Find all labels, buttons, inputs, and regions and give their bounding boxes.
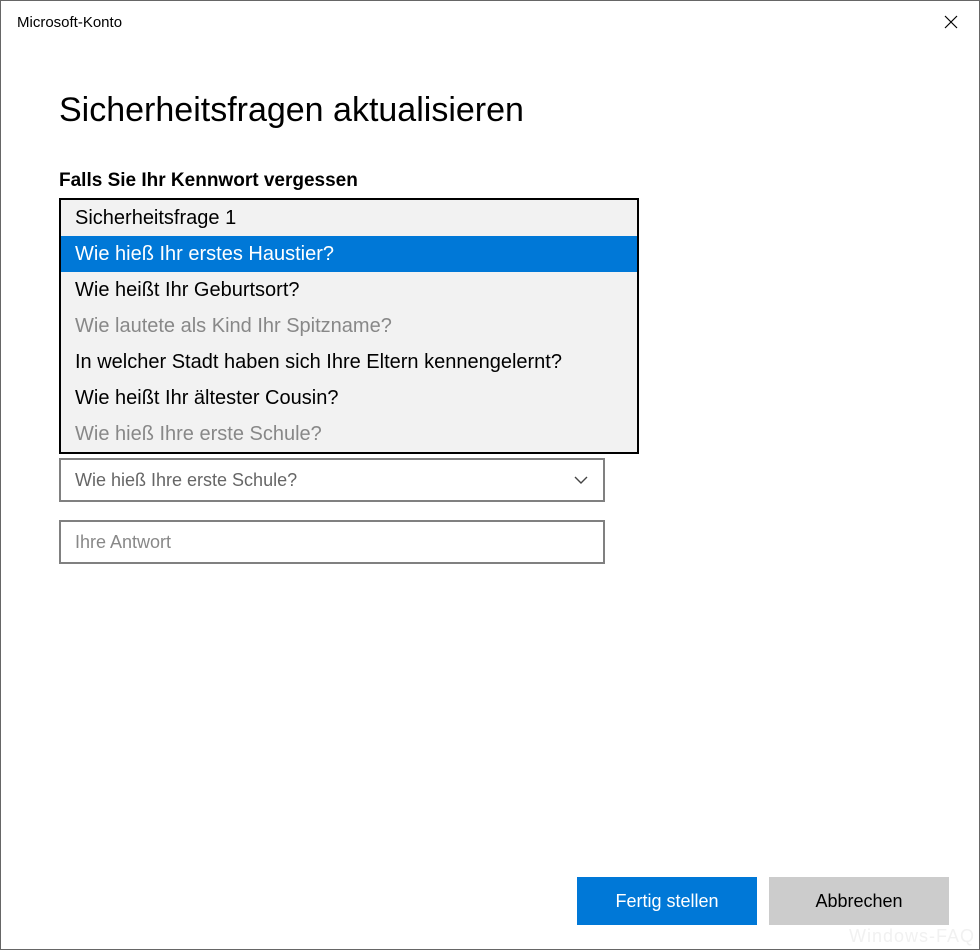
answer-3-input[interactable]: Ihre Antwort — [59, 520, 605, 564]
dropdown-option[interactable]: Wie hieß Ihre erste Schule? — [61, 416, 637, 452]
cancel-button[interactable]: Abbrechen — [769, 877, 949, 925]
dropdown-option[interactable]: Wie heißt Ihr ältester Cousin? — [61, 380, 637, 416]
dropdown-option[interactable]: Wie heißt Ihr Geburtsort? — [61, 272, 637, 308]
titlebar: Microsoft-Konto — [1, 1, 979, 43]
security-question-1-dropdown[interactable]: Sicherheitsfrage 1 Wie hieß Ihr erstes H… — [59, 198, 639, 454]
close-button[interactable] — [923, 1, 979, 43]
form-area: Sicherheitsfrage 1 Wie hieß Ihr erstes H… — [59, 210, 605, 564]
window-title: Microsoft-Konto — [17, 14, 122, 31]
chevron-down-icon — [573, 472, 589, 488]
dropdown-option[interactable]: Wie hieß Ihr erstes Haustier? — [61, 236, 637, 272]
content-area: Sicherheitsfragen aktualisieren Falls Si… — [1, 43, 979, 949]
select-value: Wie hieß Ihre erste Schule? — [75, 470, 297, 491]
close-icon — [944, 15, 958, 29]
finish-button[interactable]: Fertig stellen — [577, 877, 757, 925]
dropdown-option[interactable]: In welcher Stadt haben sich Ihre Eltern … — [61, 344, 637, 380]
security-question-3-select[interactable]: Wie hieß Ihre erste Schule? — [59, 458, 605, 502]
dialog-footer: Fertig stellen Abbrechen — [577, 877, 949, 925]
page-title: Sicherheitsfragen aktualisieren — [59, 91, 921, 130]
dropdown-header[interactable]: Sicherheitsfrage 1 — [61, 200, 637, 236]
dialog-window: Microsoft-Konto Sicherheitsfragen aktual… — [0, 0, 980, 950]
page-subtitle: Falls Sie Ihr Kennwort vergessen — [59, 170, 921, 192]
dropdown-option[interactable]: Wie lautete als Kind Ihr Spitzname? — [61, 308, 637, 344]
